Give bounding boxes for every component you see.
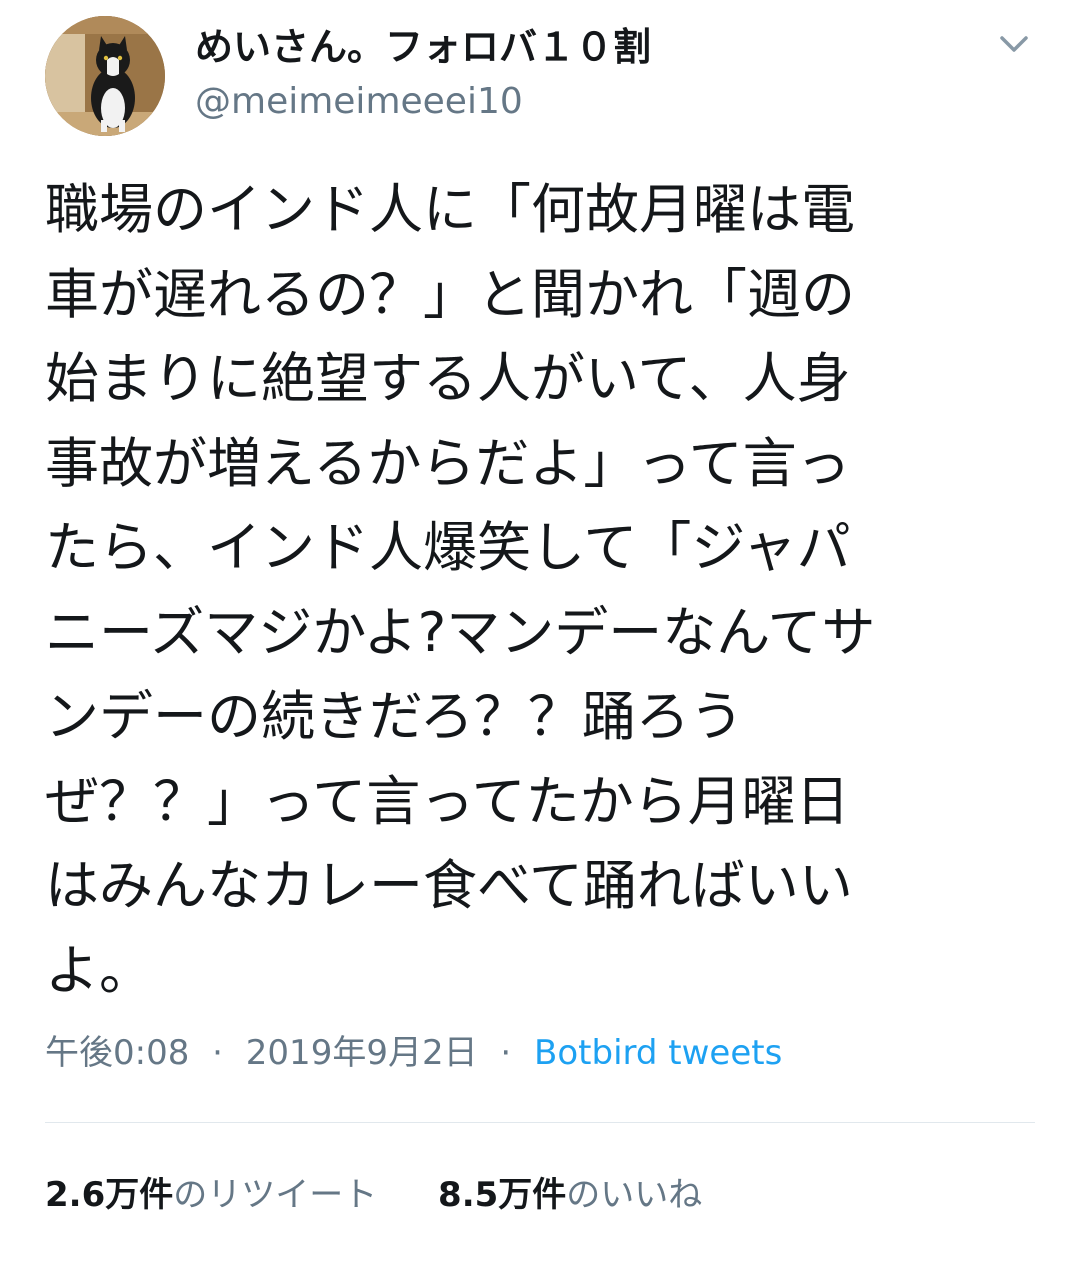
meta-separator: ·	[212, 1033, 223, 1073]
divider	[45, 1122, 1035, 1123]
tweet-meta: 午後0:08 · 2019年9月2日 · Botbird tweets	[45, 1028, 782, 1078]
likes-count: 8.5万件	[438, 1175, 567, 1215]
likes-label: のいいね	[566, 1175, 703, 1215]
tweet-text: 職場のインド人に「何故月曜は電 車が遅れるの？」と聞かれ「週の 始まりに絶望する…	[45, 178, 876, 1002]
tweet-stats: 2.6万件のリツイート 8.5万件のいいね	[45, 1170, 702, 1220]
retweets-label: のリツイート	[173, 1175, 378, 1215]
retweets-stat[interactable]: 2.6万件のリツイート	[45, 1170, 377, 1220]
avatar[interactable]	[45, 16, 165, 136]
retweets-count: 2.6万件	[45, 1175, 174, 1215]
tweet-time: 午後0:08	[45, 1033, 190, 1073]
tweet-date: 2019年9月2日	[245, 1033, 478, 1073]
chevron-down-icon[interactable]	[990, 26, 1038, 62]
user-handle[interactable]: @meimeimeeei10	[195, 78, 523, 126]
cat-photo-avatar	[45, 16, 165, 136]
display-name[interactable]: めいさん。フォロバ１０割	[195, 22, 651, 72]
tweet-detail: めいさん。フォロバ１０割 @meimeimeeei10 職場のインド人に「何故月…	[0, 0, 1080, 1269]
meta-separator: ·	[500, 1033, 512, 1073]
likes-stat[interactable]: 8.5万件のいいね	[438, 1170, 702, 1220]
tweet-source-link[interactable]: Botbird tweets	[534, 1033, 782, 1073]
